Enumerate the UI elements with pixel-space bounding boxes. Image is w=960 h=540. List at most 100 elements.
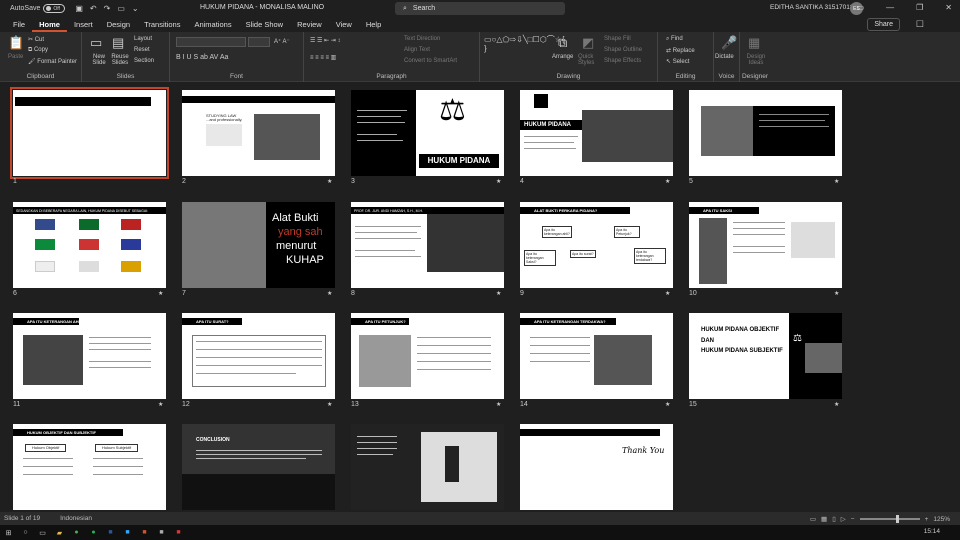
find-button[interactable]: ⌕ Find [666,36,683,43]
tab-animations[interactable]: Animations [187,17,238,32]
smartart-button[interactable]: Convert to SmartArt [404,58,457,64]
word-icon[interactable]: ■ [106,528,115,537]
font-grow-icon[interactable]: A⁺ A⁻ [274,38,290,45]
minimize-icon[interactable]: — [886,3,894,12]
tab-home[interactable]: Home [32,17,67,32]
slide-thumbnail-19[interactable]: Thank You [520,424,673,510]
cut-button[interactable]: ✂ Cut [28,36,44,43]
format-painter-button[interactable]: 🖌 Format Painter [28,58,77,65]
replace-button[interactable]: ⇄ Replace [666,47,695,54]
slide-thumbnail-16[interactable]: HUKUM OBJEKTIF DAN SUBJEKTIF Hukum Objek… [13,424,166,510]
font-size-field[interactable] [248,37,270,47]
reset-button[interactable]: Reset [134,47,150,53]
view-reading-icon[interactable]: ▯ [832,515,836,523]
photoshop-icon[interactable]: ■ [123,528,132,537]
shape-effects-button[interactable]: Shape Effects [604,58,641,64]
windows-icon[interactable]: ⊞ [4,528,13,537]
ribbon-options-icon[interactable]: ▭ [857,3,865,12]
align-text-button[interactable]: Align Text [404,47,430,53]
comments-icon[interactable]: ☐ [916,19,924,30]
copy-button[interactable]: ⧉ Copy [28,47,48,54]
slide-thumbnail-4[interactable]: HUKUM PIDANA [520,90,673,176]
slide-thumbnail-13[interactable]: APA ITU PETUNJUK? [351,313,504,399]
shape-fill-button[interactable]: Shape Fill [604,36,631,42]
redo-icon[interactable]: ↷ [104,4,111,13]
task-view-icon[interactable]: ▭ [38,528,47,537]
slide-thumbnail-6[interactable]: SEDANGKAN DI BEBERAPA NEGARA LAIN, HUKUM… [13,202,166,288]
view-normal-icon[interactable]: ▭ [810,515,816,523]
spotify-icon[interactable]: ● [89,528,98,537]
align-icons[interactable]: ≡ ≡ ≡ ≡ ▥ [310,54,336,61]
font-name-field[interactable] [176,37,246,47]
paste-button[interactable]: Paste [8,54,23,60]
slide-thumbnail-17[interactable]: CONCLUSION [182,424,335,510]
select-button[interactable]: ↖ Select [666,58,689,65]
shape-outline-button[interactable]: Shape Outline [604,47,642,53]
zoom-in-icon[interactable]: + [925,516,929,523]
slide-thumbnail-15[interactable]: HUKUM PIDANA OBJEKTIF DAN HUKUM PIDANA S… [689,313,842,399]
tab-transitions[interactable]: Transitions [137,17,187,32]
share-button[interactable]: Share [867,18,900,31]
reuse-slides-icon[interactable]: ▤ [112,35,124,51]
slide-thumbnail-2[interactable]: STUDYING LAW ...and professionally. [182,90,335,176]
customize-icon[interactable]: ⌄ [132,4,139,13]
arrange-button[interactable]: Arrange [552,54,573,60]
tab-help[interactable]: Help [359,17,388,32]
language[interactable]: Indonesian [60,515,92,522]
zoom-slider[interactable] [859,515,920,523]
list-icons[interactable]: ☰ ☰ ⇤ ⇥ ↕ [310,37,340,44]
dictate-button[interactable]: Dictate [715,54,734,60]
slide-thumbnail-18[interactable] [351,424,504,510]
restore-icon[interactable]: ❐ [916,3,923,12]
transition-icon: ★ [665,179,671,185]
font-format-icons[interactable]: B I U S ab AV Aa [176,54,228,61]
design-ideas-icon[interactable]: ▦ [748,35,760,51]
new-slide-button[interactable]: New Slide [88,54,110,66]
design-ideas-button[interactable]: Design Ideas [743,54,769,66]
search-icon[interactable]: ○ [21,528,30,537]
tab-view[interactable]: View [329,17,359,32]
shapes-gallery[interactable]: ▭○△⬠⇨⇩╲□☐⬡⌒☆{ } [484,35,565,53]
new-slide-icon[interactable]: ▭ [90,35,102,51]
slide-thumbnail-12[interactable]: APA ITU SURAT? [182,313,335,399]
section-button[interactable]: Section [134,58,154,64]
slide-thumbnail-7[interactable]: Alat Bukti yang sah menurut KUHAP [182,202,335,288]
tab-file[interactable]: File [6,17,32,32]
app-icon[interactable]: ■ [174,528,183,537]
app-icon[interactable]: ■ [157,528,166,537]
reuse-slides-button[interactable]: Reuse Slides [109,54,131,66]
slide-thumbnail-9[interactable]: ALAT BUKTI PERKARA PIDANA? Apa itu keter… [520,202,673,288]
search-box[interactable]: ⌕ Search [395,2,565,15]
zoom-out-icon[interactable]: − [851,516,855,523]
present-icon[interactable]: ▭ [117,4,125,13]
slide-thumbnail-11[interactable]: APA ITU KETERANGAN AHLI? [13,313,166,399]
tab-slide-show[interactable]: Slide Show [239,17,291,32]
slide-thumbnail-1[interactable] [10,87,169,179]
zoom-level[interactable]: 125% [933,516,950,523]
autosave[interactable]: AutoSave Off [10,4,66,13]
powerpoint-icon[interactable]: ■ [140,528,149,537]
microphone-icon[interactable]: 🎤 [721,35,737,51]
slide-thumbnail-3[interactable]: ⚖ HUKUM PIDANA [351,90,504,176]
autosave-toggle[interactable]: Off [43,4,66,13]
slide-thumbnail-5[interactable] [689,90,842,176]
save-icon[interactable]: ▣ [75,4,83,13]
tab-design[interactable]: Design [100,17,137,32]
paste-icon[interactable]: 📋 [8,35,24,51]
chrome-icon[interactable]: ● [72,528,81,537]
slide-thumbnail-8[interactable]: PROF. DR. JUR. ANDI HAMZAH, S.H., M.H. [351,202,504,288]
close-icon[interactable]: ✕ [945,3,952,12]
layout-button[interactable]: Layout [134,36,152,42]
text-direction-button[interactable]: Text Direction [404,36,440,42]
arrange-icon[interactable]: ⧉ [558,35,567,51]
slide-thumbnail-10[interactable]: APA ITU SAKSI [689,202,842,288]
quick-styles-button[interactable]: Quick Styles [578,54,602,66]
slide-thumbnail-14[interactable]: APA ITU KETERANGAN TERDAKWA? [520,313,673,399]
explorer-icon[interactable]: ▰ [55,528,64,537]
slideshow-icon[interactable]: ▷ [841,515,846,523]
tab-insert[interactable]: Insert [67,17,100,32]
tab-review[interactable]: Review [290,17,329,32]
quick-styles-icon[interactable]: ◩ [582,35,594,51]
view-sorter-icon[interactable]: ▦ [821,515,827,523]
undo-icon[interactable]: ↶ [90,4,97,13]
